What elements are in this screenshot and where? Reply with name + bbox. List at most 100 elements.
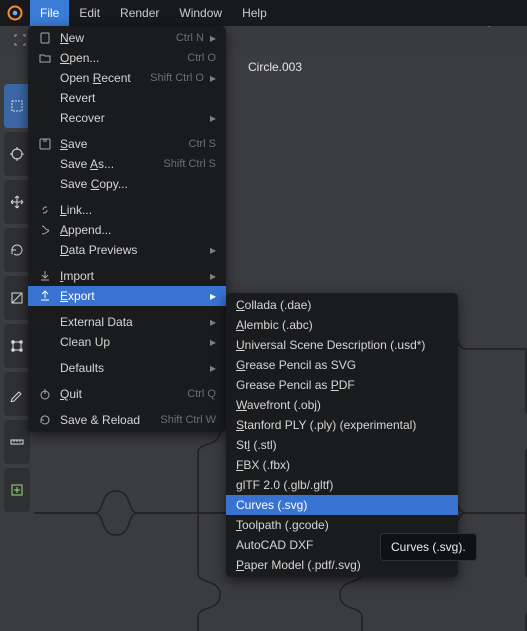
menu-label: Universal Scene Description (.usd*) xyxy=(234,338,448,352)
export-icon xyxy=(36,288,54,304)
menu-label: Data Previews xyxy=(60,243,204,257)
file-menu-save-as[interactable]: Save As...Shift Ctrl S xyxy=(28,154,226,174)
menu-shortcut: Shift Ctrl S xyxy=(163,158,216,170)
file-menu: NewCtrl N▸Open...Ctrl OOpen RecentShift … xyxy=(28,26,226,432)
export-menu-universal-scene-description-usd[interactable]: Universal Scene Description (.usd*) xyxy=(226,335,458,355)
export-menu-grease-pencil-as-pdf[interactable]: Grease Pencil as PDF xyxy=(226,375,458,395)
link-icon xyxy=(36,202,54,218)
tool-annotate[interactable] xyxy=(4,372,30,416)
-icon xyxy=(36,90,54,106)
tool-select-box[interactable] xyxy=(4,84,30,128)
editor-type-icon[interactable] xyxy=(10,30,30,50)
file-menu-import[interactable]: Import ▸ xyxy=(28,266,226,286)
submenu-arrow-icon: ▸ xyxy=(210,361,216,375)
tool-scale[interactable] xyxy=(4,276,30,320)
file-menu-new[interactable]: NewCtrl N▸ xyxy=(28,28,226,48)
export-menu-toolpath-gcode[interactable]: Toolpath (.gcode) xyxy=(226,515,458,535)
menu-label: Curves (.svg) xyxy=(234,498,448,512)
submenu-arrow-icon: ▸ xyxy=(210,31,216,45)
menu-shortcut: Shift Ctrl W xyxy=(160,414,216,426)
menu-label: Clean Up xyxy=(60,335,204,349)
menu-label: Defaults xyxy=(60,361,204,375)
menu-label: Alembic (.abc) xyxy=(234,318,448,332)
append-icon xyxy=(36,222,54,238)
export-menu-stanford-ply-ply-experimental[interactable]: Stanford PLY (.ply) (experimental) xyxy=(226,415,458,435)
menu-label: Grease Pencil as SVG xyxy=(234,358,448,372)
menubar-edit[interactable]: Edit xyxy=(69,0,110,26)
menu-shortcut: Ctrl O xyxy=(187,52,216,64)
menu-label: glTF 2.0 (.glb/.gltf) xyxy=(234,478,448,492)
-icon xyxy=(36,110,54,126)
menu-shortcut: Ctrl Q xyxy=(187,388,216,400)
tool-transform[interactable] xyxy=(4,324,30,368)
file-menu-open-recent[interactable]: Open RecentShift Ctrl O▸ xyxy=(28,68,226,88)
submenu-arrow-icon: ▸ xyxy=(210,315,216,329)
-icon xyxy=(36,334,54,350)
export-menu-grease-pencil-as-svg[interactable]: Grease Pencil as SVG xyxy=(226,355,458,375)
menu-label: Stl (.stl) xyxy=(234,438,448,452)
tool-rotate[interactable] xyxy=(4,228,30,272)
tool-add-primitive[interactable] xyxy=(4,468,30,512)
submenu-arrow-icon: ▸ xyxy=(210,335,216,349)
menu-label: Append... xyxy=(60,223,216,237)
menu-label: Quit xyxy=(60,387,187,401)
tool-cursor[interactable] xyxy=(4,132,30,176)
file-menu-export[interactable]: Export▸ xyxy=(28,286,226,306)
file-menu-save-reload[interactable]: Save & ReloadShift Ctrl W xyxy=(28,410,226,430)
menu-label: Grease Pencil as PDF xyxy=(234,378,448,392)
file-menu-save-copy[interactable]: Save Copy... xyxy=(28,174,226,194)
menu-label: Import xyxy=(60,269,204,283)
export-menu-alembic-abc[interactable]: Alembic (.abc) xyxy=(226,315,458,335)
export-menu-fbx-fbx[interactable]: FBX (.fbx) xyxy=(226,455,458,475)
export-menu-collada-dae[interactable]: Collada (.dae) xyxy=(226,295,458,315)
file-menu-open[interactable]: Open...Ctrl O xyxy=(28,48,226,68)
file-menu-save[interactable]: SaveCtrl S xyxy=(28,134,226,154)
-icon xyxy=(36,360,54,376)
file-menu-clean-up[interactable]: Clean Up ▸ xyxy=(28,332,226,352)
menu-label: Save & Reload xyxy=(60,413,160,427)
menu-label: Export xyxy=(60,289,204,303)
submenu-arrow-icon: ▸ xyxy=(210,269,216,283)
tooltip: Curves (.svg). xyxy=(380,533,477,561)
menu-label: Collada (.dae) xyxy=(234,298,448,312)
menubar-help[interactable]: Help xyxy=(232,0,277,26)
-icon xyxy=(36,242,54,258)
import-icon xyxy=(36,268,54,284)
file-menu-data-previews[interactable]: Data Previews▸ xyxy=(28,240,226,260)
menubar-file[interactable]: File xyxy=(30,0,69,26)
export-menu-curves-svg[interactable]: Curves (.svg) xyxy=(226,495,458,515)
menu-label: Wavefront (.obj) xyxy=(234,398,448,412)
menu-label: Recover xyxy=(60,111,204,125)
-icon xyxy=(36,176,54,192)
menu-label: Link... xyxy=(60,203,216,217)
blender-logo-icon xyxy=(6,4,24,22)
menu-label: Stanford PLY (.ply) (experimental) xyxy=(234,418,448,432)
menu-label: FBX (.fbx) xyxy=(234,458,448,472)
-icon xyxy=(36,314,54,330)
-icon xyxy=(36,70,54,86)
tool-measure[interactable] xyxy=(4,420,30,464)
folder-open-icon xyxy=(36,50,54,66)
export-menu-stl-stl[interactable]: Stl (.stl) xyxy=(226,435,458,455)
file-menu-append[interactable]: Append... xyxy=(28,220,226,240)
-icon xyxy=(36,156,54,172)
tool-move[interactable] xyxy=(4,180,30,224)
file-menu-quit[interactable]: QuitCtrl Q xyxy=(28,384,226,404)
menu-label: Open Recent xyxy=(60,71,150,85)
power-icon xyxy=(36,386,54,402)
menu-label: External Data xyxy=(60,315,204,329)
file-menu-link[interactable]: Link... xyxy=(28,200,226,220)
menubar-render[interactable]: Render xyxy=(110,0,169,26)
export-menu-wavefront-obj[interactable]: Wavefront (.obj) xyxy=(226,395,458,415)
menu-shortcut: Ctrl S xyxy=(189,138,217,150)
menu-label: New xyxy=(60,31,176,45)
menubar-window[interactable]: Window xyxy=(169,0,232,26)
file-menu-defaults[interactable]: Defaults ▸ xyxy=(28,358,226,378)
reload-icon xyxy=(36,412,54,428)
menu-shortcut: Shift Ctrl O xyxy=(150,72,204,84)
file-menu-external-data[interactable]: External Data ▸ xyxy=(28,312,226,332)
submenu-arrow-icon: ▸ xyxy=(210,111,216,125)
export-menu-gltf-2-0-glb-gltf[interactable]: glTF 2.0 (.glb/.gltf) xyxy=(226,475,458,495)
file-menu-recover[interactable]: Recover ▸ xyxy=(28,108,226,128)
file-menu-revert[interactable]: Revert xyxy=(28,88,226,108)
